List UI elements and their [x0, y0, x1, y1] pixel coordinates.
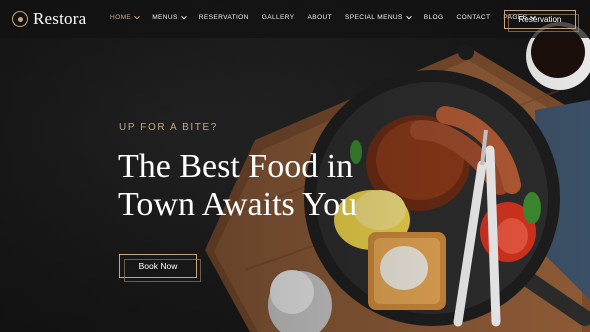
- nav-item-reservation[interactable]: RESERVATION: [199, 14, 249, 21]
- nav-item-label: GALLERY: [261, 14, 295, 21]
- main-menu: HOME MENUS RESERVATION GALLERY ABOUT SPE…: [110, 13, 548, 21]
- nav-item-special-menus[interactable]: SPECIAL MENUS: [344, 13, 412, 21]
- nav-item-menus[interactable]: MENUS: [152, 13, 187, 21]
- nav-item-about[interactable]: ABOUT: [308, 14, 332, 21]
- brand-name: Restora: [33, 9, 87, 28]
- chevron-down-icon: [405, 13, 412, 19]
- hero-eyebrow: UP FOR A BITE?: [119, 122, 218, 133]
- nav-item-label: BLOG: [423, 14, 444, 21]
- headline-line-2: Town Awaits You: [118, 186, 358, 223]
- nav-item-label: MENUS: [152, 14, 178, 21]
- book-now-button[interactable]: Book Now: [119, 254, 201, 282]
- ring-logo-icon: [12, 11, 28, 27]
- hero-headline: The Best Food in Town Awaits You: [118, 148, 418, 224]
- nav-item-gallery[interactable]: GALLERY: [262, 14, 295, 21]
- reservation-button[interactable]: Reservation: [504, 10, 579, 32]
- nav-item-label: HOME: [110, 14, 132, 21]
- chevron-down-icon: [134, 13, 141, 19]
- nav-item-blog[interactable]: BLOG: [424, 14, 444, 21]
- nav-item-label: SPECIAL MENUS: [344, 14, 403, 21]
- nav-item-label: CONTACT: [456, 14, 491, 21]
- nav-item-label: ABOUT: [307, 14, 332, 21]
- nav-item-label: RESERVATION: [198, 14, 249, 21]
- top-navbar: Restora HOME MENUS RESERVATION GALLERY A…: [0, 0, 590, 38]
- brand-logo-link[interactable]: Restora: [12, 9, 86, 29]
- nav-item-contact[interactable]: CONTACT: [457, 14, 491, 21]
- headline-line-1: The Best Food in: [118, 148, 354, 185]
- chevron-down-icon: [180, 13, 187, 19]
- nav-item-home[interactable]: HOME: [110, 13, 141, 21]
